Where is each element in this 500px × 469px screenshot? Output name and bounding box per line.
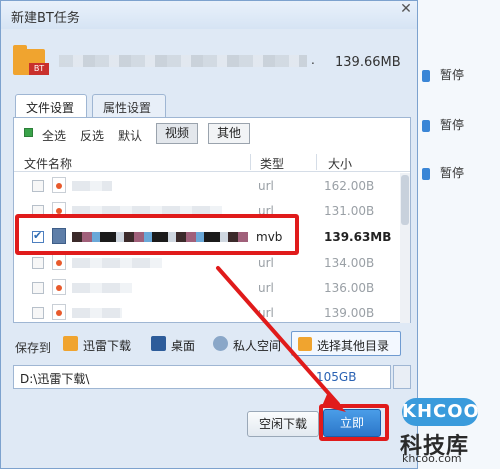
url-file-icon (52, 177, 66, 193)
column-name[interactable]: 文件名称 (24, 155, 72, 172)
select-all-link[interactable]: 全选 (42, 127, 66, 144)
selected-row-highlight (15, 214, 299, 255)
desktop-icon (151, 336, 166, 351)
filter-bar: 全选 反选 默认 视频 其他 (14, 118, 410, 148)
blurred-filename (72, 308, 122, 318)
blurred-filename (72, 258, 162, 268)
location-label: 迅雷下载 (83, 339, 132, 353)
title-bar[interactable]: 新建BT任务 ✕ (1, 1, 417, 29)
row-checkbox[interactable] (32, 180, 44, 192)
row-checkbox[interactable] (32, 307, 44, 319)
table-row[interactable]: url 162.00B (14, 173, 398, 198)
total-size: 139.66MB (335, 55, 401, 70)
free-space: 105GB (316, 370, 357, 384)
location-label: 桌面 (171, 339, 196, 353)
table-row[interactable]: url 139.00B (14, 300, 398, 323)
row-type: url (258, 281, 274, 295)
location-desktop[interactable]: 桌面 (151, 335, 211, 355)
row-size: 162.00B (324, 179, 375, 193)
close-icon[interactable]: ✕ (397, 1, 415, 19)
url-file-icon (52, 254, 66, 270)
pause-button-3[interactable]: 暂停 (422, 164, 500, 184)
select-all-checkbox[interactable] (24, 128, 33, 137)
status-icon (422, 168, 430, 180)
row-checkbox[interactable] (32, 257, 44, 269)
pause-label: 暂停 (440, 118, 465, 132)
default-selection-link[interactable]: 默认 (118, 127, 142, 144)
save-path-value: D:\迅雷下载\ (20, 372, 90, 386)
blurred-filename (72, 181, 112, 191)
status-icon (422, 70, 430, 82)
watermark-badge: KHCOO (402, 398, 479, 426)
url-file-icon (52, 304, 66, 320)
new-bt-task-dialog: 新建BT任务 ✕ BT . 139.66MB 文件设置 属性设置 全选 反选 默… (0, 0, 418, 469)
location-private-space[interactable]: 私人空间 (213, 335, 293, 355)
row-checkbox[interactable] (32, 282, 44, 294)
file-ext-dot: . (311, 53, 315, 67)
tab-file-settings[interactable]: 文件设置 (15, 94, 87, 118)
column-divider (250, 154, 251, 170)
save-to-label: 保存到 (15, 341, 52, 355)
row-size: 131.00B (324, 204, 375, 218)
row-type: url (258, 256, 274, 270)
row-size: 134.00B (324, 256, 375, 270)
blurred-filename (72, 283, 132, 293)
row-size: 139.63MB (324, 230, 392, 244)
idle-download-button[interactable]: 空闲下载 (247, 411, 319, 437)
table-row[interactable]: url 136.00B (14, 275, 398, 300)
column-type[interactable]: 类型 (260, 155, 284, 172)
dialog-title: 新建BT任务 (11, 11, 80, 26)
folder-icon (298, 337, 312, 351)
download-now-highlight (319, 404, 389, 441)
choose-other-directory-button[interactable]: 选择其他目录 (291, 331, 401, 356)
location-label: 私人空间 (233, 339, 282, 353)
status-icon (422, 120, 430, 132)
pause-label: 暂停 (440, 68, 465, 82)
blurred-torrent-name (59, 55, 307, 67)
folder-icon (63, 336, 78, 351)
column-divider (316, 154, 317, 170)
video-filter-button[interactable]: 视频 (156, 123, 198, 144)
watermark-logo: KHCOO 科技库 khcoo.com (398, 392, 500, 469)
column-size[interactable]: 大小 (328, 155, 352, 172)
url-file-icon (52, 279, 66, 295)
file-list-scrollbar[interactable] (400, 173, 410, 323)
bt-tag: BT (29, 63, 49, 75)
table-header: 文件名称 类型 大小 (14, 152, 410, 172)
pause-button-2[interactable]: 暂停 (422, 116, 500, 136)
location-xunlei-download[interactable]: 迅雷下载 (63, 335, 143, 355)
save-path-input[interactable]: D:\迅雷下载\ 105GB (13, 365, 391, 389)
tab-attribute-settings[interactable]: 属性设置 (92, 94, 166, 118)
row-size: 136.00B (324, 281, 375, 295)
row-size: 139.00B (324, 306, 375, 320)
path-dropdown-button[interactable] (393, 365, 411, 389)
private-space-icon (213, 336, 228, 351)
row-type: url (258, 306, 274, 320)
pause-label: 暂停 (440, 166, 465, 180)
invert-selection-link[interactable]: 反选 (80, 127, 104, 144)
other-filter-button[interactable]: 其他 (208, 123, 250, 144)
watermark-url: khcoo.com (402, 452, 462, 465)
pause-button-1[interactable]: 暂停 (422, 66, 500, 86)
bt-folder-icon: BT (13, 45, 49, 75)
location-label: 选择其他目录 (317, 339, 390, 353)
row-type: url (258, 179, 274, 193)
